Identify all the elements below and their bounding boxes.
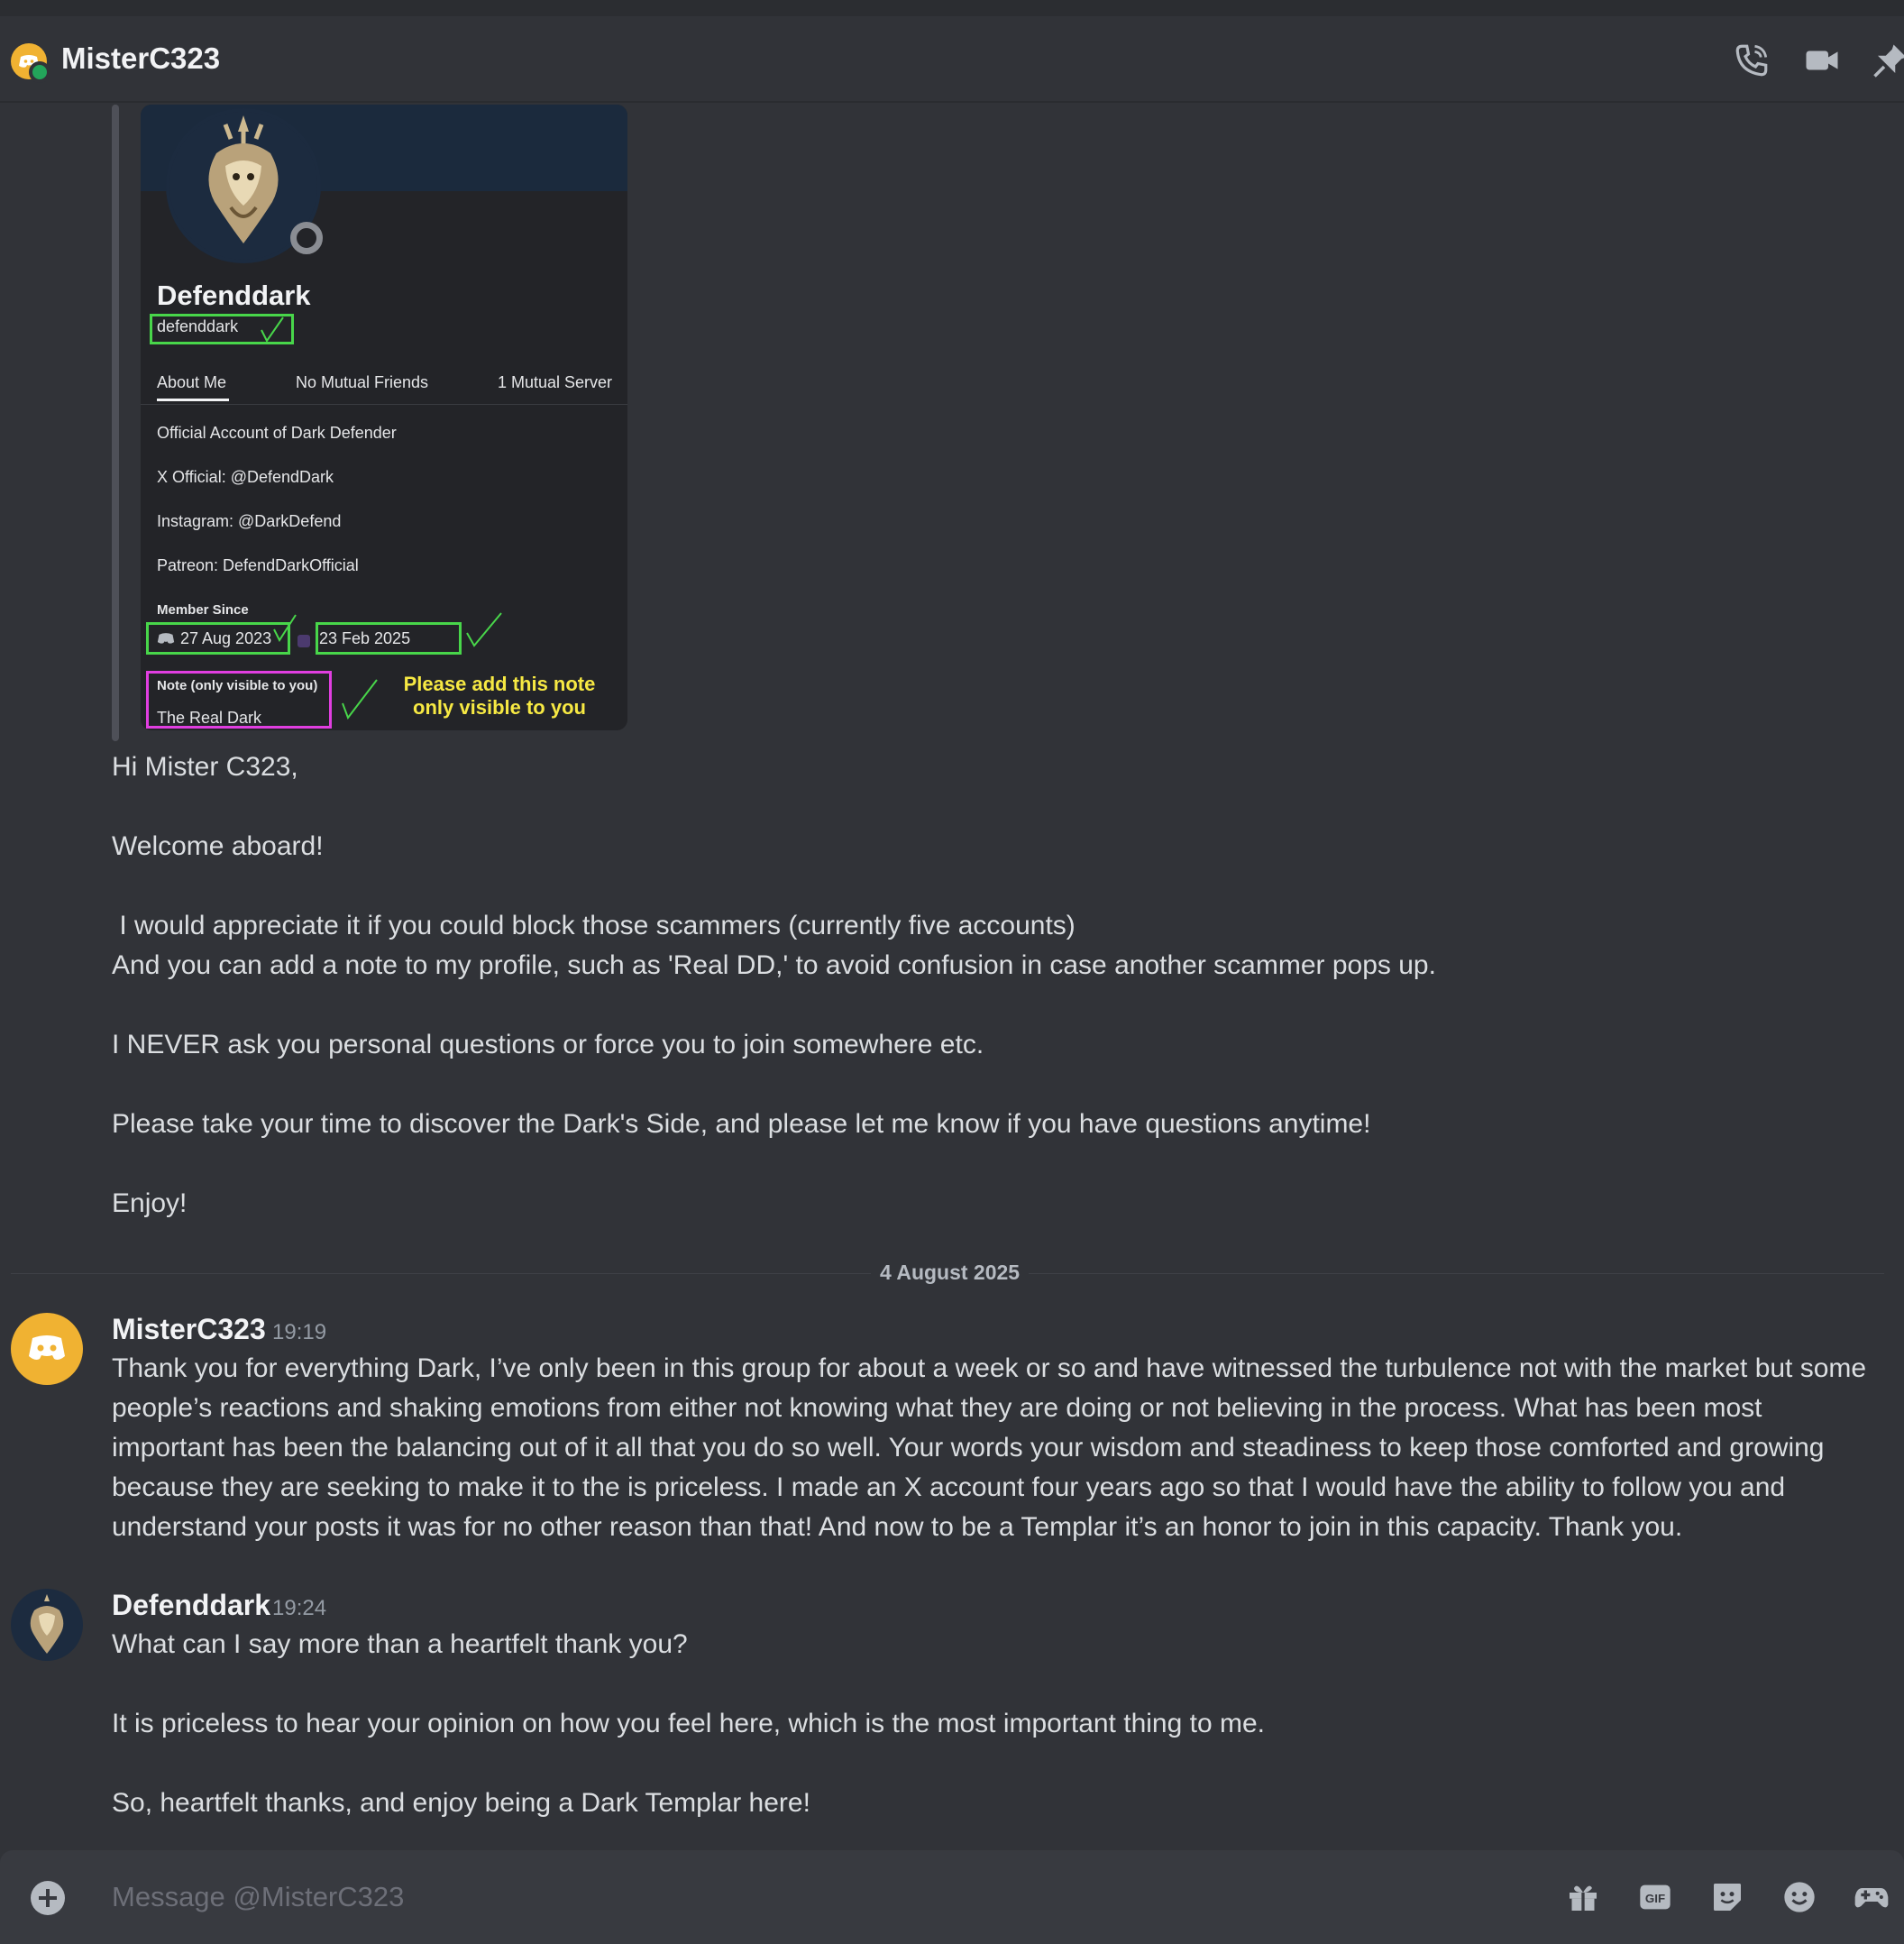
profile-card-screenshot[interactable]: Defenddark defenddark About Me No Mutual… bbox=[141, 105, 627, 730]
game-controller-icon[interactable] bbox=[1854, 1879, 1890, 1915]
message-composer: Message @MisterC323 GIF bbox=[0, 1850, 1904, 1944]
message-author[interactable]: Defenddark bbox=[112, 1589, 270, 1622]
message-input[interactable]: Message @MisterC323 bbox=[112, 1881, 404, 1913]
tab-about-me: About Me bbox=[157, 373, 227, 391]
channel-header: MisterC323 bbox=[0, 16, 1904, 103]
tab-mutual-friends: No Mutual Friends bbox=[296, 373, 429, 391]
message-body: Thank you for everything Dark, I’ve only… bbox=[112, 1353, 1867, 1542]
message-line: Please take your time to discover the Da… bbox=[112, 1109, 1371, 1139]
profile-display-name: Defenddark bbox=[157, 280, 311, 311]
trident-crest-icon bbox=[30, 1594, 64, 1654]
discord-logo-icon bbox=[157, 633, 175, 644]
phone-icon[interactable] bbox=[1733, 41, 1771, 79]
gift-icon[interactable] bbox=[1565, 1879, 1601, 1915]
message-paragraph: It is priceless to hear your opinion on … bbox=[112, 1709, 1265, 1738]
message-line: And you can add a note to my profile, su… bbox=[112, 950, 1436, 980]
message-line: I would appreciate it if you could block… bbox=[112, 911, 1076, 940]
profile-avatar bbox=[166, 108, 323, 263]
green-check-icon bbox=[466, 612, 502, 647]
about-line: Official Account of Dark Defender bbox=[157, 424, 397, 442]
active-tab-underline bbox=[157, 399, 229, 401]
message-timestamp: 19:24 bbox=[272, 1596, 327, 1620]
server-member-since: 23 Feb 2025 bbox=[319, 629, 411, 647]
green-check-icon bbox=[261, 316, 284, 343]
note-value: The Real Dark bbox=[157, 709, 262, 727]
offline-status-ring bbox=[290, 222, 323, 254]
gif-icon[interactable]: GIF bbox=[1637, 1879, 1673, 1915]
avatar[interactable] bbox=[11, 1313, 83, 1385]
plus-icon[interactable] bbox=[31, 1881, 65, 1915]
pin-icon[interactable] bbox=[1872, 41, 1904, 79]
profile-username: defenddark bbox=[157, 317, 239, 335]
message-line: I NEVER ask you personal questions or fo… bbox=[112, 1030, 984, 1059]
message-author[interactable]: MisterC323 bbox=[112, 1313, 266, 1346]
tab-mutual-server: 1 Mutual Server bbox=[498, 373, 613, 391]
message-timestamp: 19:19 bbox=[272, 1320, 327, 1344]
message-embed-bar bbox=[112, 105, 119, 741]
tab-divider bbox=[141, 404, 627, 405]
video-icon[interactable] bbox=[1803, 41, 1841, 79]
message-paragraph: So, heartfelt thanks, and enjoy being a … bbox=[112, 1788, 810, 1818]
green-check-icon bbox=[342, 679, 378, 720]
avatar[interactable] bbox=[11, 1589, 83, 1661]
annotation-text: Please add this note only visible to you bbox=[403, 673, 596, 719]
online-status-dot bbox=[29, 61, 50, 83]
message-line: Enjoy! bbox=[112, 1188, 188, 1218]
date-divider-label: 4 August 2025 bbox=[871, 1261, 1030, 1285]
message-line: Hi Mister C323, bbox=[112, 752, 298, 782]
window-top-strip bbox=[0, 0, 1904, 16]
discord-member-since: 27 Aug 2023 bbox=[180, 629, 272, 647]
note-label: Note (only visible to you) bbox=[157, 678, 318, 693]
discord-logo-icon bbox=[29, 1335, 65, 1360]
sticker-icon[interactable] bbox=[1709, 1879, 1745, 1915]
channel-title: MisterC323 bbox=[61, 41, 221, 75]
header-avatar[interactable] bbox=[11, 43, 50, 83]
about-line: X Official: @DefendDark bbox=[157, 468, 334, 486]
about-line: Patreon: DefendDarkOfficial bbox=[157, 556, 359, 574]
about-line: Instagram: @DarkDefend bbox=[157, 512, 342, 530]
green-check-icon bbox=[273, 614, 297, 642]
member-since-label: Member Since bbox=[157, 602, 249, 618]
emoji-icon[interactable] bbox=[1781, 1879, 1817, 1915]
gif-label: GIF bbox=[1645, 1892, 1665, 1905]
server-icon bbox=[298, 635, 310, 647]
message-line: Welcome aboard! bbox=[112, 831, 324, 861]
message-paragraph: What can I say more than a heartfelt tha… bbox=[112, 1629, 688, 1659]
